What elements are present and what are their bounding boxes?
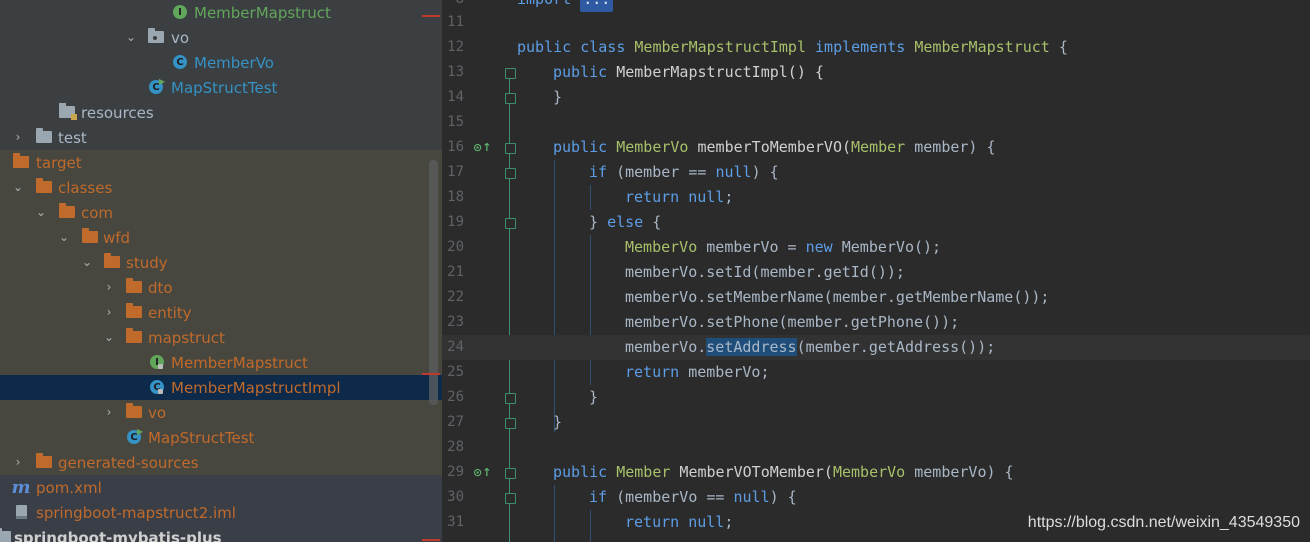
tree-scrollbar[interactable] <box>429 160 438 405</box>
interface-icon: I <box>148 353 166 371</box>
folder-icon <box>35 128 53 146</box>
excluded-folder-icon <box>58 203 76 221</box>
fold-toggle-icon[interactable] <box>505 218 516 229</box>
chevron-down-icon[interactable]: ⌄ <box>12 180 24 194</box>
tree-item-vo-src[interactable]: ⌄ vo <box>0 25 442 50</box>
chevron-down-icon[interactable]: ⌄ <box>58 230 70 244</box>
code-line[interactable]: 18 return null; <box>442 185 1310 210</box>
tree-item-mapstructtest-target[interactable]: C ▶ MapStructTest <box>0 425 442 450</box>
tree-item-pom-xml[interactable]: m pom.xml <box>0 475 442 500</box>
fold-toggle-icon[interactable] <box>505 468 516 479</box>
code-line[interactable]: 21 memberVo.setId(member.getId()); <box>442 260 1310 285</box>
tree-item-target[interactable]: target <box>0 150 442 175</box>
tree-item-study[interactable]: ⌄ study <box>0 250 442 275</box>
tree-item-mapstructtest-src[interactable]: C ▶ MapStructTest <box>0 75 442 100</box>
code-line[interactable]: 14 } <box>442 85 1310 110</box>
code-line[interactable]: 20 MemberVo memberVo = new MemberVo(); <box>442 235 1310 260</box>
tree-item-membervo[interactable]: C MemberVo <box>0 50 442 75</box>
fold-toggle-icon[interactable] <box>505 493 516 504</box>
iml-file-icon <box>12 503 30 521</box>
error-marker <box>422 373 440 375</box>
tree-item-wfd[interactable]: ⌄ wfd <box>0 225 442 250</box>
resources-folder-icon <box>58 103 77 121</box>
error-marker <box>422 539 440 541</box>
fold-toggle-icon[interactable] <box>505 143 516 154</box>
excluded-folder-icon <box>103 253 121 271</box>
code-line[interactable]: 22 memberVo.setMemberName(member.getMemb… <box>442 285 1310 310</box>
fold-toggle-icon[interactable] <box>505 68 516 79</box>
code-line[interactable]: 28 <box>442 435 1310 460</box>
module-folder-icon <box>0 528 12 542</box>
excluded-folder-icon <box>35 453 53 471</box>
implements-method-icon[interactable]: ⊙↑ <box>473 141 491 154</box>
tree-item-iml-file[interactable]: springboot-mapstruct2.iml <box>0 500 442 525</box>
test-class-icon: C ▶ <box>147 77 165 96</box>
fold-toggle-icon[interactable] <box>505 93 516 104</box>
code-line[interactable]: 13 public MemberMapstructImpl() { <box>442 60 1310 85</box>
chevron-down-icon[interactable]: ⌄ <box>125 30 137 44</box>
tree-item-membermapstruct-src[interactable]: I MemberMapstruct <box>0 0 442 25</box>
tree-item-com[interactable]: ⌄ com <box>0 200 442 225</box>
code-line[interactable]: 11 <box>442 10 1310 35</box>
code-line[interactable]: 19 } else { <box>442 210 1310 235</box>
code-line[interactable]: 26 } <box>442 385 1310 410</box>
tree-item-membermapstructimpl[interactable]: C MemberMapstructImpl <box>0 375 442 400</box>
tree-item-entity[interactable]: › entity <box>0 300 442 325</box>
chevron-right-icon[interactable]: › <box>103 280 115 294</box>
code-line[interactable]: 25 return memberVo; <box>442 360 1310 385</box>
maven-icon: m <box>11 476 31 498</box>
tree-item-classes[interactable]: ⌄ classes <box>0 175 442 200</box>
selected-text: setAddress <box>706 338 797 356</box>
code-line[interactable]: 16 ⊙↑ public MemberVo memberToMemberVO(M… <box>442 135 1310 160</box>
code-line[interactable]: 15 <box>442 110 1310 135</box>
package-folder-icon <box>147 28 165 46</box>
tree-item-generated-sources[interactable]: › generated-sources <box>0 450 442 475</box>
chevron-right-icon[interactable]: › <box>103 405 115 419</box>
test-class-icon: C ▶ <box>125 427 143 446</box>
chevron-right-icon[interactable]: › <box>103 305 115 319</box>
class-icon: C <box>148 378 166 396</box>
code-line[interactable]: 29 ⊙↑ public Member MemberVOToMember(Mem… <box>442 460 1310 485</box>
implements-method-icon[interactable]: ⊙↑ <box>473 466 491 479</box>
project-tree-panel: I MemberMapstruct ⌄ vo C MemberVo C ▶ Map… <box>0 0 442 542</box>
excluded-folder-icon <box>35 178 53 196</box>
chevron-down-icon[interactable]: ⌄ <box>103 330 115 344</box>
tree-item-test[interactable]: › test <box>0 125 442 150</box>
code-line[interactable]: 12 public class MemberMapstructImpl impl… <box>442 35 1310 60</box>
tree-item-springboot-mybatis-plus[interactable]: springboot-mybatis-plus <box>0 525 442 542</box>
code-line[interactable]: 17 if (member == null) { <box>442 160 1310 185</box>
excluded-folder-icon <box>81 228 99 246</box>
watermark: https://blog.csdn.net/weixin_43549350 <box>1027 514 1300 531</box>
code-line[interactable]: 27 } <box>442 410 1310 435</box>
tree-item-vo-target[interactable]: › vo <box>0 400 442 425</box>
chevron-down-icon[interactable]: ⌄ <box>35 205 47 219</box>
chevron-down-icon[interactable]: ⌄ <box>81 255 93 269</box>
chevron-right-icon[interactable]: › <box>12 455 24 469</box>
interface-icon: I <box>171 3 189 21</box>
fold-toggle-icon[interactable] <box>505 393 516 404</box>
excluded-folder-icon <box>125 303 143 321</box>
tree-item-membermapstruct-target[interactable]: I MemberMapstruct <box>0 350 442 375</box>
excluded-folder-icon <box>12 153 30 171</box>
chevron-right-icon[interactable]: › <box>12 130 24 144</box>
fold-toggle-icon[interactable] <box>505 168 516 179</box>
code-line[interactable]: 30 if (memberVo == null) { <box>442 485 1310 510</box>
code-line[interactable]: 23 memberVo.setPhone(member.getPhone()); <box>442 310 1310 335</box>
excluded-folder-icon <box>125 328 143 346</box>
code-editor[interactable]: 8 import ... 11 12 public class MemberMa… <box>442 0 1310 542</box>
excluded-folder-icon <box>125 403 143 421</box>
excluded-folder-icon <box>125 278 143 296</box>
tree-item-resources[interactable]: resources <box>0 100 442 125</box>
class-icon: C <box>171 53 189 71</box>
code-line-current[interactable]: 24 memberVo.setAddress(member.getAddress… <box>442 335 1310 360</box>
tree-item-mapstruct[interactable]: ⌄ mapstruct <box>0 325 442 350</box>
fold-toggle-icon[interactable] <box>505 418 516 429</box>
tree-item-dto[interactable]: › dto <box>0 275 442 300</box>
error-marker <box>422 15 440 17</box>
